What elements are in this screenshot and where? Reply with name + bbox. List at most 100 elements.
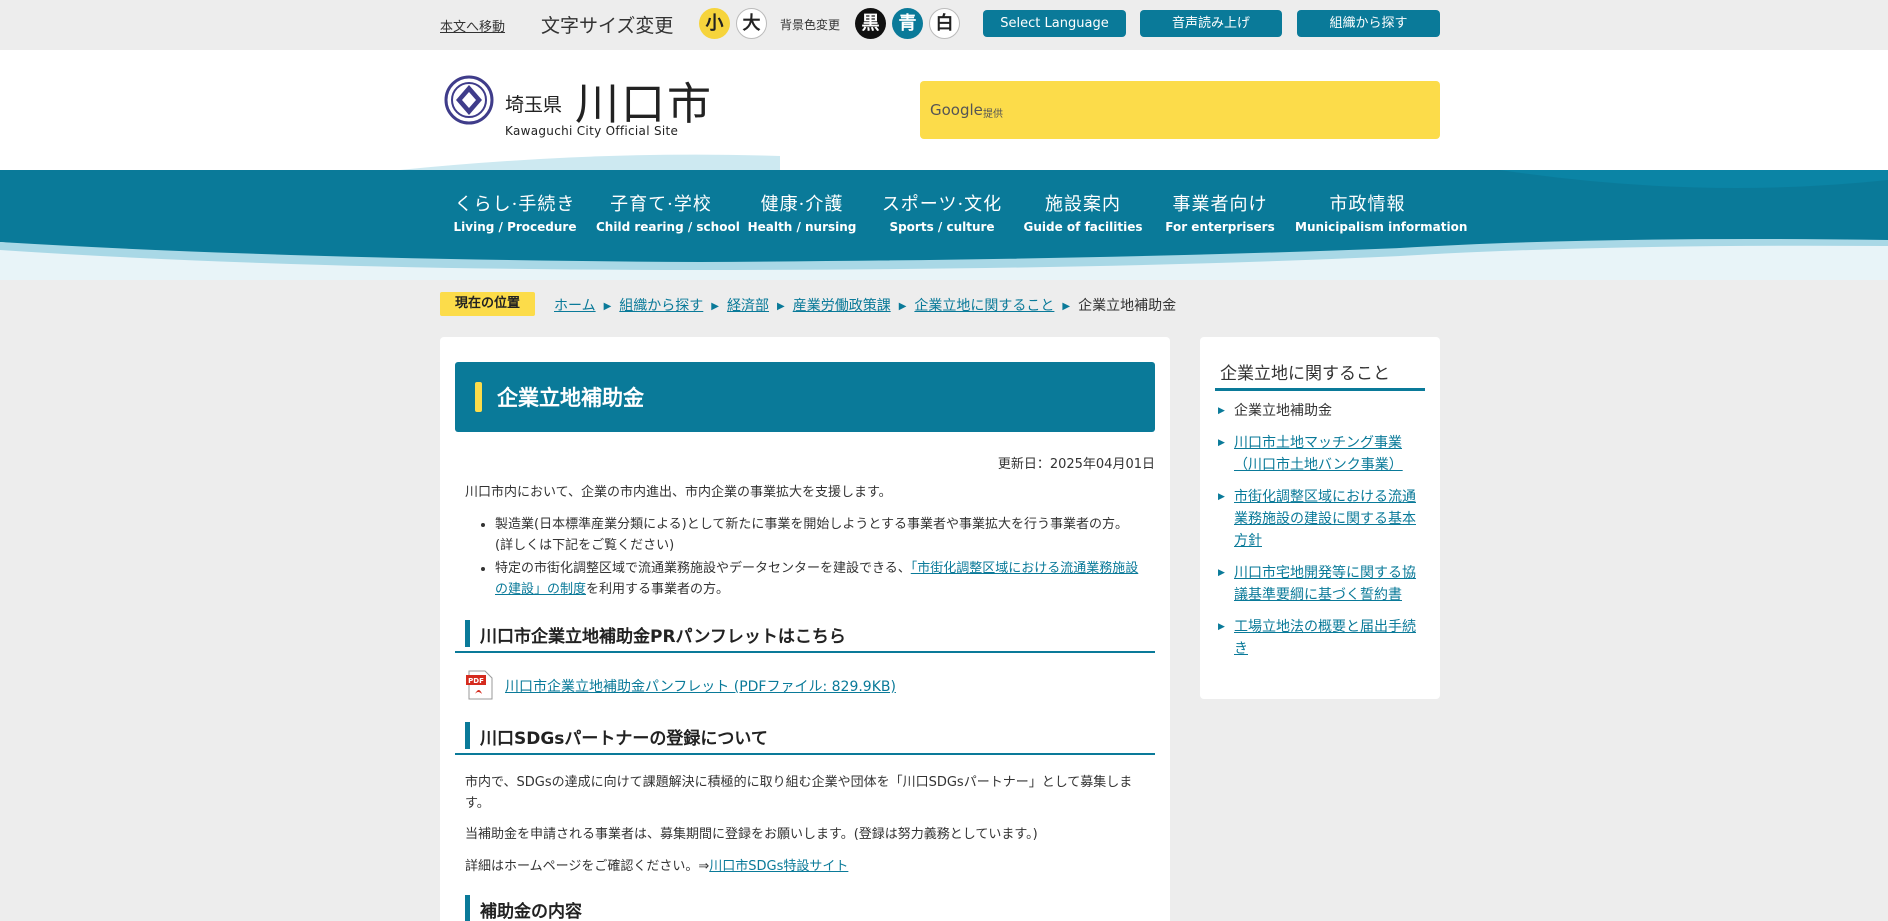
font-small-button[interactable]: 小 [699,8,730,39]
nav-facilities[interactable]: 施設案内 Guide of facilities [1023,190,1143,234]
target-list: 製造業(日本標準産業分類による)として新たに事業を開始しようとする事業者や事業拡… [495,514,1145,602]
heading-accent-bar [465,895,470,921]
breadcrumb-label: 現在の位置 [440,292,535,316]
logo-english-name: Kawaguchi City Official Site [505,124,679,138]
triangle-icon: ▶ [1218,492,1225,502]
header-wave-decoration [400,154,780,170]
logo-prefecture: 埼玉県 [505,94,563,116]
breadcrumb-arrow-icon: ▶ [603,301,612,312]
select-language-button[interactable]: Select Language [983,10,1126,37]
sidebar-list: ▶ 企業立地補助金 ▶ 川口市土地マッチング事業（川口市土地バンク事業） ▶ 市街化調… [1218,400,1418,670]
nav-label-en: Guide of facilities [1023,220,1143,234]
nav-child-rearing[interactable]: 子育て·学校 Child rearing / school [596,190,740,234]
main-content: 企業立地補助金 更新日：2025年04月01日 川口市内において、企業の市内進出… [440,337,1170,921]
nav-enterprisers[interactable]: 事業者向け For enterprisers [1160,190,1280,234]
triangle-icon: ▶ [1218,568,1225,578]
sidebar-item-link[interactable]: 川口市土地マッチング事業（川口市土地バンク事業） [1234,435,1403,473]
sidebar-item: ▶ 市街化調整区域における流通業務施設の建設に関する基本方針 [1218,486,1418,552]
bg-blue-button[interactable]: 青 [892,8,923,39]
breadcrumb-arrow-icon: ▶ [777,301,785,312]
section-heading-pamphlet: 川口市企業立地補助金PRパンフレットはこちら [455,617,1155,653]
nav-label-jp: 施設案内 [1045,194,1121,215]
sidebar-title: 企業立地に関すること [1220,364,1390,384]
search-by-org-button[interactable]: 組織から探す [1297,10,1440,37]
site-header: 埼玉県 川口市 Kawaguchi City Official Site Goo… [0,50,1888,170]
breadcrumb-arrow-icon: ▶ [898,301,907,312]
breadcrumb-arrow-icon: ▶ [1062,301,1071,312]
breadcrumb-location[interactable]: 企業立地に関すること [914,298,1054,314]
sidebar-item: ▶ 川口市土地マッチング事業（川口市土地バンク事業） [1218,432,1418,476]
pdf-file-icon: PDF [466,670,493,700]
triangle-icon: ▶ [1218,438,1225,448]
google-logo: Google [930,101,983,119]
breadcrumb-current: 企業立地補助金 [1078,298,1177,314]
nav-label-jp: 子育て·学校 [610,194,712,215]
section-heading-text: 川口市企業立地補助金PRパンフレットはこちら [480,627,846,647]
list-item: 製造業(日本標準産業分類による)として新たに事業を開始しようとする事業者や事業拡… [495,514,1145,556]
sdgs-site-link[interactable]: 川口市SDGs特設サイト [709,859,848,874]
voice-read-button[interactable]: 音声読み上げ [1140,10,1282,37]
sidebar-item-link[interactable]: 市街化調整区域における流通業務施設の建設に関する基本方針 [1234,489,1416,549]
nav-label-en: Child rearing / school [596,220,740,234]
nav-label-jp: くらし·手続き [454,194,576,215]
sidebar-item-link[interactable]: 工場立地法の概要と届出手続き [1234,619,1416,657]
lead-text: 川口市内において、企業の市内進出、市内企業の事業拡大を支援します。 [465,485,892,500]
nav-label-en: Sports / culture [889,220,995,234]
utility-bar: 本文へ移動 文字サイズ変更 小 大 背景色変更 黒 青 白 Select Lan… [0,0,1888,50]
heading-accent-bar [465,722,470,749]
breadcrumb-home[interactable]: ホーム [554,298,596,314]
page-title-box: 企業立地補助金 [455,362,1155,432]
page-title: 企業立地補助金 [497,386,644,410]
breadcrumb-industry[interactable]: 産業労働政策課 [793,298,891,314]
section-heading-sdgs: 川口SDGsパートナーの登録について [455,719,1155,755]
search-provided-label: 提供 [983,109,1003,120]
nav-items: くらし·手続き Living / Procedure 子育て·学校 Child … [440,190,1468,236]
nav-label-en: For enterprisers [1165,220,1275,234]
section-heading-content: 補助金の内容 [455,892,1155,921]
breadcrumb: ホーム ▶ 組織から探す ▶ 経済部 ▶ 産業労働政策課 ▶ 企業立地に関すること ▶ 企業立地補助… [554,295,1176,315]
skip-to-content-link[interactable]: 本文へ移動 [440,16,505,35]
sdgs-paragraph: 市内で、SDGsの達成に向けて課題解決に積極的に取り組む企業や団体を「川口SDG… [465,775,1133,811]
font-size-label: 文字サイズ変更 [541,15,674,37]
site-search-box[interactable]: Google 提供 [920,81,1440,139]
nav-label-jp: スポーツ·文化 [881,194,1003,215]
bg-color-label: 背景色変更 [780,18,841,32]
nav-label-jp: 事業者向け [1172,194,1268,215]
section-heading-text: 補助金の内容 [480,902,582,921]
breadcrumb-arrow-icon: ▶ [711,301,719,312]
sidebar-divider [1215,388,1425,391]
bg-white-button[interactable]: 白 [929,8,960,39]
nav-label-en: Municipalism information [1295,220,1468,234]
updated-date: 更新日：2025年04月01日 [997,457,1155,472]
font-large-button[interactable]: 大 [736,8,767,39]
nav-label-en: Health / nursing [747,220,857,234]
sidebar-item: ▶ 企業立地補助金 [1218,400,1418,422]
breadcrumb-org[interactable]: 組織から探す [619,298,703,314]
logo-city-name[interactable]: 川口市 [575,68,713,132]
pamphlet-pdf-link[interactable]: 川口市企業立地補助金パンフレット (PDFファイル: 829.9KB) [505,676,896,696]
sidebar-item-link[interactable]: 川口市宅地開発等に関する協議基準要綱に基づく誓約書 [1234,565,1416,603]
nav-label-jp: 市政情報 [1329,194,1406,215]
nav-label-jp: 健康·介護 [760,194,844,215]
breadcrumb-economy[interactable]: 経済部 [727,298,769,314]
city-emblem-icon[interactable] [444,75,494,125]
nav-health[interactable]: 健康·介護 Health / nursing [742,190,862,234]
nav-sports[interactable]: スポーツ·文化 Sports / culture [877,190,1007,234]
pdf-badge-text: PDF [468,677,484,685]
heading-accent-bar [465,620,470,647]
title-accent-bar [475,382,482,412]
sdgs-paragraph-text: 詳細はホームページをご確認ください。⇒ [465,859,710,874]
global-nav: くらし·手続き Living / Procedure 子育て·学校 Child … [0,170,1888,280]
list-item-text: を利用する事業者の方。 [586,582,730,597]
sdgs-paragraph: 詳細はホームページをご確認ください。⇒川口市SDGs特設サイト [465,856,848,877]
nav-living[interactable]: くらし·手続き Living / Procedure [450,190,580,234]
nav-municipal[interactable]: 市政情報 Municipalism information [1295,190,1468,234]
list-item-text: 特定の市街化調整区域で流通業務施設やデータセンターを建設できる、 [495,561,911,576]
sidebar-item: ▶ 工場立地法の概要と届出手続き [1218,616,1418,660]
nav-label-en: Living / Procedure [453,220,577,234]
triangle-icon: ▶ [1218,622,1225,632]
list-item: 特定の市街化調整区域で流通業務施設やデータセンターを建設できる、「市街化調整区域… [495,558,1145,600]
bg-black-button[interactable]: 黒 [855,8,886,39]
sidebar-item-current: 企業立地補助金 [1234,403,1332,419]
section-heading-text: 川口SDGsパートナーの登録について [480,729,768,749]
